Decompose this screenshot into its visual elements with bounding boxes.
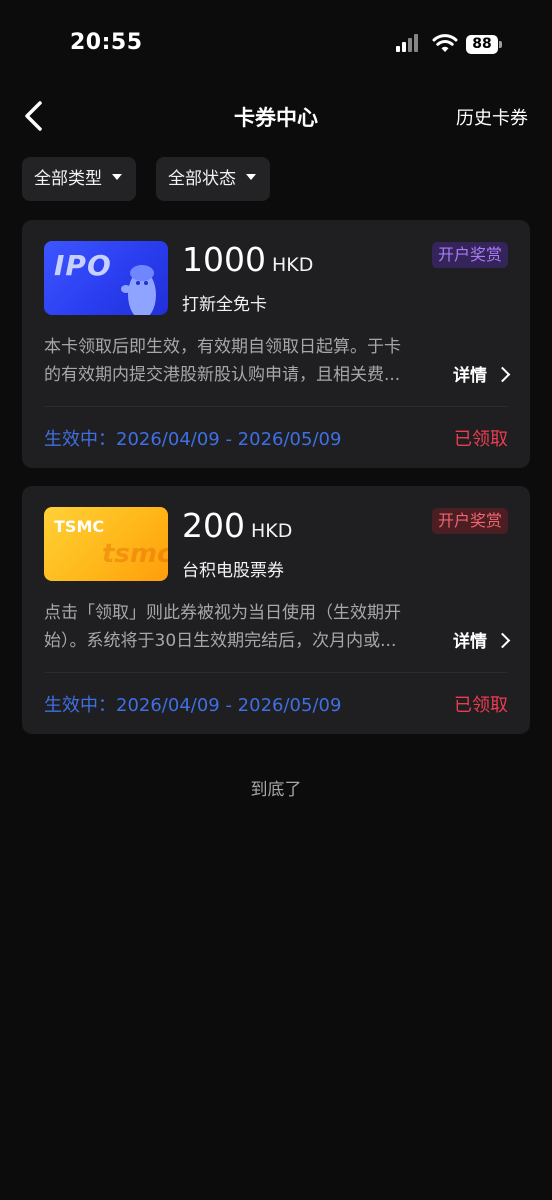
description-line: 本卡领取后即生效，有效期自领取日起算。于卡	[44, 337, 401, 357]
thumbnail-label: TSMC	[54, 517, 105, 536]
ipo-coupon-thumbnail: IPO	[44, 241, 168, 315]
status-bar: 20:55 88	[0, 0, 552, 90]
amount-value: 1000	[182, 240, 266, 279]
coupon-card[interactable]: TSMC tsmc 200 HKD 台积电股票券 开户奖赏 点击「领取」则此券被视…	[22, 486, 530, 734]
tsmc-logo-watermark: tsmc	[102, 539, 168, 569]
status-filter-label: 全部状态	[168, 169, 236, 189]
validity-period: 生效中：2026/04/09 - 2026/05/09	[44, 695, 342, 716]
coupon-card[interactable]: IPO 1000 HKD 打新全免卡 开户奖赏 本卡领取后即生效，有效期自领取日起…	[22, 220, 530, 468]
wifi-icon	[432, 34, 458, 52]
battery-icon: 88	[466, 35, 502, 54]
caret-down-icon	[112, 174, 122, 180]
caret-down-icon	[246, 174, 256, 180]
type-filter-label: 全部类型	[34, 169, 102, 189]
status-filter-dropdown[interactable]: 全部状态	[156, 157, 270, 201]
details-label: 详情	[453, 366, 487, 386]
history-coupons-link[interactable]: 历史卡券	[456, 104, 528, 130]
coupon-description: 本卡领取后即生效，有效期自领取日起算。于卡 的有效期内提交港股新股认购申请，且相…	[44, 333, 434, 389]
type-filter-dropdown[interactable]: 全部类型	[22, 157, 136, 201]
claim-status: 已领取	[454, 429, 508, 450]
coupon-amount: 1000 HKD	[182, 240, 313, 279]
details-link[interactable]: 详情	[453, 361, 511, 386]
chevron-right-icon	[494, 366, 511, 383]
nav-bar: 卡券中心 历史卡券	[0, 90, 552, 142]
amount-value: 200	[182, 506, 245, 545]
chevron-right-icon	[494, 632, 511, 649]
description-line: 始）。系统将于30日生效期完结后，次月内或...	[44, 631, 397, 651]
coupon-amount: 200 HKD	[182, 506, 292, 545]
description-line: 的有效期内提交港股新股认购申请，且相关费...	[44, 365, 401, 385]
details-link[interactable]: 详情	[453, 627, 511, 652]
status-time: 20:55	[70, 30, 143, 55]
tsmc-coupon-thumbnail: TSMC tsmc	[44, 507, 168, 581]
coupon-name: 打新全免卡	[182, 295, 267, 315]
description-line: 点击「领取」则此券被视为当日使用（生效期开	[44, 603, 401, 623]
thumbnail-label: IPO	[54, 249, 112, 282]
coupon-description: 点击「领取」则此券被视为当日使用（生效期开 始）。系统将于30日生效期完结后，次…	[44, 599, 434, 655]
claim-status: 已领取	[454, 695, 508, 716]
currency-label: HKD	[271, 254, 314, 276]
validity-period: 生效中：2026/04/09 - 2026/05/09	[44, 429, 342, 450]
coupon-name: 台积电股票券	[182, 561, 284, 581]
divider	[44, 672, 508, 673]
end-of-list-label: 到底了	[250, 780, 302, 800]
currency-label: HKD	[251, 520, 293, 542]
reward-badge: 开户奖赏	[431, 508, 508, 534]
divider	[44, 406, 508, 407]
cellular-signal-icon	[396, 34, 418, 52]
details-label: 详情	[453, 632, 487, 652]
battery-level: 88	[466, 35, 498, 54]
reward-badge: 开户奖赏	[431, 242, 508, 268]
mascot-icon	[121, 265, 156, 315]
